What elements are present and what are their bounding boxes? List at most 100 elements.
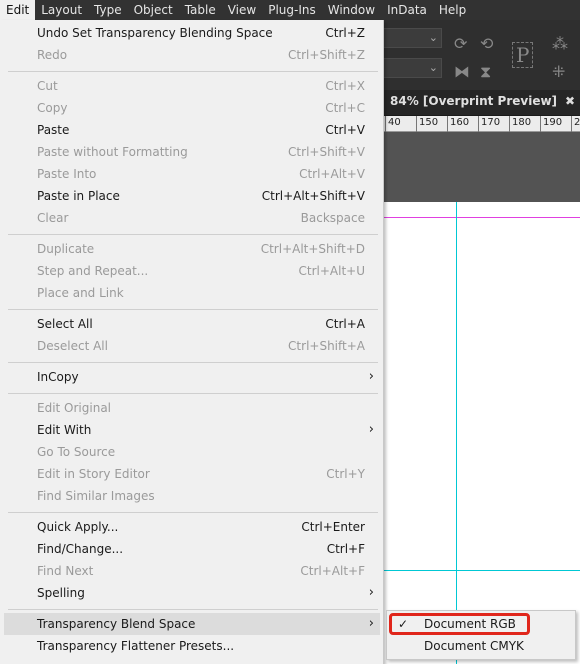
align-icon[interactable]: ⁂ (552, 34, 568, 53)
menu-item-select-all[interactable]: Select All Ctrl+A (4, 313, 380, 335)
rotate-ccw-icon[interactable]: ⟲ (480, 34, 493, 53)
menu-separator (8, 393, 378, 394)
tab-title: 84% [Overprint Preview] (390, 94, 558, 108)
menu-item-label: Paste in Place (37, 189, 120, 203)
ruler-tick (385, 116, 386, 132)
menu-item-transparency-blend-space[interactable]: Transparency Blend Space › (4, 613, 380, 635)
menu-separator (8, 309, 378, 310)
menu-item-label: Place and Link (37, 286, 124, 300)
menu-type[interactable]: Type (88, 0, 128, 20)
menu-item-shortcut: Backspace (300, 211, 365, 225)
menu-view[interactable]: View (222, 0, 262, 20)
tab-document[interactable]: 84% [Overprint Preview] ✖ (390, 94, 575, 114)
menu-item-label: Find Next (37, 564, 94, 578)
horizontal-guide (380, 570, 580, 571)
menu-item-place-and-link: Place and Link (4, 282, 380, 304)
menu-separator (8, 71, 378, 72)
menu-item-edit-in-story-editor: Edit in Story Editor Ctrl+Y (4, 463, 380, 485)
menu-item-find-change[interactable]: Find/Change... Ctrl+F (4, 538, 380, 560)
ruler-tick (509, 116, 510, 132)
menu-separator (8, 234, 378, 235)
menu-help[interactable]: Help (433, 0, 472, 20)
menu-item-spelling[interactable]: Spelling › (4, 582, 380, 604)
submenu-item-label: Document CMYK (424, 639, 524, 653)
ruler-tick (540, 116, 541, 132)
ruler-tick (447, 116, 448, 132)
ruler-label: 180 (512, 117, 532, 128)
menu-item-cut: Cut Ctrl+X (4, 75, 380, 97)
highlight-annotation (389, 613, 530, 635)
menu-item-paste-in-place[interactable]: Paste in Place Ctrl+Alt+Shift+V (4, 185, 380, 207)
menu-item-label: Transparency Blend Space (37, 617, 196, 631)
ruler-tick (416, 116, 417, 132)
menu-item-label: Edit in Story Editor (37, 467, 150, 481)
menu-item-label: Cut (37, 79, 58, 93)
menu-item-edit-with[interactable]: Edit With › (4, 419, 380, 441)
menu-object[interactable]: Object (128, 0, 179, 20)
menu-item-shortcut: Ctrl+C (325, 101, 365, 115)
menu-item-shortcut: Ctrl+Alt+U (298, 264, 366, 278)
menu-separator (8, 362, 378, 363)
menu-edit[interactable]: Edit (0, 0, 36, 20)
ruler-label: 20 (574, 117, 580, 128)
menu-indata[interactable]: InData (381, 0, 433, 20)
menu-item-shortcut: Ctrl+Shift+V (288, 145, 365, 159)
menu-item-shortcut: Ctrl+Shift+Z (288, 48, 365, 62)
menu-item-shortcut: Ctrl+Enter (301, 520, 365, 534)
flip-horizontal-icon[interactable]: ⧓ (454, 62, 470, 81)
menu-item-transparency-flattener-presets[interactable]: Transparency Flattener Presets... (4, 635, 380, 657)
menu-separator (8, 609, 378, 610)
ruler-label: 150 (419, 117, 439, 128)
menu-layout[interactable]: Layout (35, 0, 88, 20)
close-icon[interactable]: ✖ (565, 94, 575, 108)
menu-item-step-and-repeat: Step and Repeat... Ctrl+Alt+U (4, 260, 380, 282)
submenu-item-document-cmyk[interactable]: Document CMYK (388, 635, 574, 657)
menu-item-paste[interactable]: Paste Ctrl+V (4, 119, 380, 141)
menu-item-label: InCopy (37, 370, 79, 384)
menu-item-shortcut: Ctrl+Y (326, 467, 365, 481)
menu-item-deselect-all: Deselect All Ctrl+Shift+A (4, 335, 380, 357)
menu-bar: Edit Layout Type Object Table View Plug-Ins Win… (0, 0, 580, 20)
chevron-down-icon: ⌄ (428, 31, 438, 44)
menu-table[interactable]: Table (179, 0, 222, 20)
menu-plug-ins[interactable]: Plug-Ins (262, 0, 322, 20)
menu-item-label: Quick Apply... (37, 520, 119, 534)
ruler-label: 170 (481, 117, 501, 128)
menu-item-label: Undo Set Transparency Blending Space (37, 26, 273, 40)
menu-item-incopy[interactable]: InCopy › (4, 366, 380, 388)
flip-vertical-icon[interactable]: ⧗ (480, 62, 491, 82)
menu-item-go-to-source: Go To Source (4, 441, 380, 463)
menu-item-shortcut: Ctrl+Alt+F (300, 564, 365, 578)
column-guide (456, 202, 457, 664)
menu-item-label: Paste (37, 123, 70, 137)
chevron-right-icon: › (368, 369, 374, 384)
menu-item-label: Go To Source (37, 445, 116, 459)
text-frame-icon[interactable]: P (512, 42, 534, 68)
pasteboard (380, 132, 580, 202)
menu-item-shortcut: Ctrl+V (325, 123, 365, 137)
menu-item-redo: Redo Ctrl+Shift+Z (4, 44, 380, 66)
menu-item-label: Select All (37, 317, 93, 331)
menu-item-undo-set-transparency-blending-space[interactable]: Undo Set Transparency Blending Space Ctrl… (4, 22, 380, 44)
menu-item-label: Duplicate (37, 242, 95, 256)
menu-window[interactable]: Window (322, 0, 381, 20)
control-field-2[interactable]: ⌄ (380, 58, 442, 78)
menu-item-label: Redo (37, 48, 68, 62)
menu-item-label: Transparency Flattener Presets... (37, 639, 235, 653)
menu-item-duplicate: Duplicate Ctrl+Alt+Shift+D (4, 238, 380, 260)
menu-item-label: Edit With (37, 423, 92, 437)
control-field-1[interactable]: ⌄ (380, 28, 442, 48)
menu-item-quick-apply[interactable]: Quick Apply... Ctrl+Enter (4, 516, 380, 538)
menu-item-shortcut: Ctrl+Alt+V (299, 167, 365, 181)
menu-item-shortcut: Ctrl+Alt+Shift+D (260, 242, 365, 256)
menu-item-shortcut: Ctrl+A (325, 317, 365, 331)
rotate-cw-icon[interactable]: ⟳ (454, 34, 467, 53)
menu-item-copy: Copy Ctrl+C (4, 97, 380, 119)
menu-item-edit-original: Edit Original (4, 397, 380, 419)
menu-item-paste-into: Paste Into Ctrl+Alt+V (4, 163, 380, 185)
distribute-icon[interactable]: ⁜ (552, 62, 565, 81)
menu-item-label: Copy (37, 101, 68, 115)
chevron-right-icon: › (368, 616, 374, 631)
ruler-label: 40 (388, 117, 401, 128)
menu-item-label: Spelling (37, 586, 85, 600)
